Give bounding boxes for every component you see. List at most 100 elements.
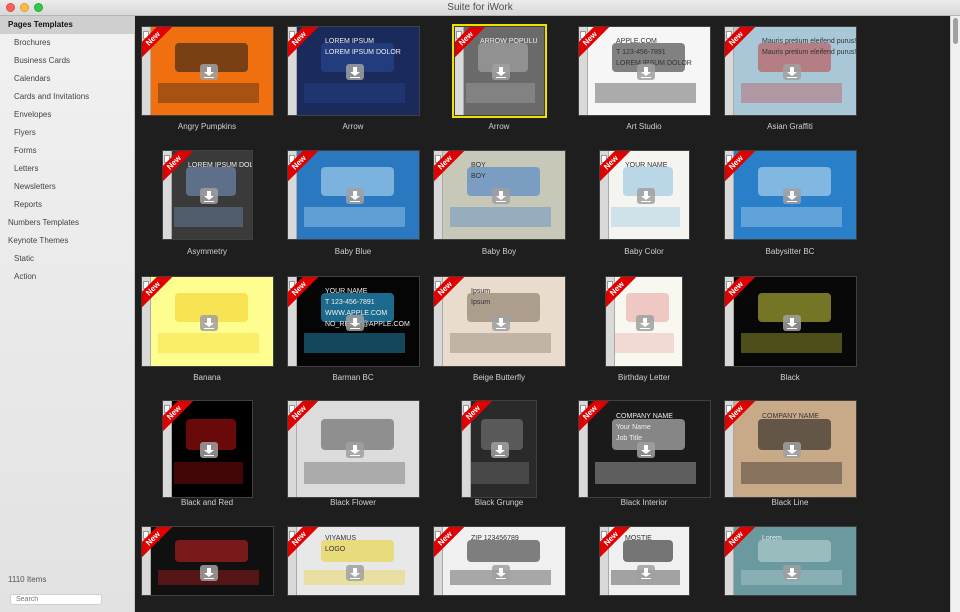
template-thumbnail[interactable]: New xyxy=(141,276,274,367)
template-thumbnail[interactable]: Mauris pretium eleifend purus! Mauris pre… xyxy=(724,26,857,116)
template-name-label: Birthday Letter xyxy=(617,373,671,382)
template-thumbnail[interactable]: Lorem New xyxy=(724,526,857,596)
template-thumbnail[interactable]: LOREM IPSUM DOLORNew xyxy=(162,150,253,240)
download-icon[interactable] xyxy=(492,64,510,80)
download-icon[interactable] xyxy=(783,442,801,458)
template-thumbnail[interactable]: New xyxy=(141,26,274,116)
sidebar-item-reports[interactable]: Reports xyxy=(0,196,134,214)
download-icon[interactable] xyxy=(346,188,364,204)
template-preview-art xyxy=(450,207,551,227)
download-icon[interactable] xyxy=(637,64,655,80)
template-preview-text: Mauris pretium eleifend purus! xyxy=(762,38,857,45)
template-thumbnail[interactable]: Ipsum Ipsum New xyxy=(433,276,566,367)
download-icon[interactable] xyxy=(346,315,364,331)
sidebar-item-brochures[interactable]: Brochures xyxy=(0,34,134,52)
download-icon[interactable] xyxy=(491,442,509,458)
template-preview-art xyxy=(158,83,259,103)
vertical-scrollbar[interactable] xyxy=(950,16,960,612)
download-icon[interactable] xyxy=(637,565,655,581)
template-thumbnail[interactable]: New xyxy=(287,400,420,498)
template-preview-text: BOY xyxy=(471,162,486,169)
template-preview-art xyxy=(741,207,842,227)
download-icon[interactable] xyxy=(346,442,364,458)
template-preview-text: LOREM IPSUM xyxy=(325,38,375,45)
template-thumbnail[interactable]: New xyxy=(724,150,857,240)
template-thumbnail[interactable]: YOUR NAME New xyxy=(599,150,690,240)
template-name-label: Black and Red xyxy=(180,498,234,507)
template-name-label: Baby Color xyxy=(624,247,664,256)
template-preview-art xyxy=(471,462,529,484)
template-preview-text: LOREM IPSUM DOLOR xyxy=(188,162,253,169)
template-thumbnail[interactable]: New xyxy=(162,400,253,498)
sidebar-item-envelopes[interactable]: Envelopes xyxy=(0,106,134,124)
template-thumbnail[interactable]: COMPANY NAME Your Name Job Title New xyxy=(578,400,711,498)
sidebar-item-pages-templates[interactable]: Pages Templates xyxy=(0,16,134,34)
sidebar-item-letters[interactable]: Letters xyxy=(0,160,134,178)
template-name-label: Black xyxy=(780,373,800,382)
download-icon[interactable] xyxy=(346,565,364,581)
template-preview-text: Job Title xyxy=(616,435,643,442)
template-thumbnail[interactable]: ZIP 123456789 New xyxy=(433,526,566,596)
template-thumbnail[interactable]: New xyxy=(141,526,274,596)
template-name-label: Banana xyxy=(193,373,221,382)
sidebar-item-calendars[interactable]: Calendars xyxy=(0,70,134,88)
sidebar-item-flyers[interactable]: Flyers xyxy=(0,124,134,142)
template-preview-art xyxy=(741,462,842,484)
sidebar-item-keynote-themes[interactable]: Keynote Themes xyxy=(0,232,134,250)
template-preview-text: Lorem xyxy=(762,535,782,542)
template-thumbnail[interactable]: New xyxy=(605,276,683,367)
template-preview-text: BOY xyxy=(471,173,486,180)
download-icon[interactable] xyxy=(783,188,801,204)
search-input[interactable] xyxy=(10,594,102,605)
template-preview-text: COMPANY NAME xyxy=(616,413,673,420)
download-icon[interactable] xyxy=(492,315,510,331)
template-preview-art xyxy=(758,540,831,562)
template-preview-text: T 123-456-7891 xyxy=(616,49,666,56)
download-icon[interactable] xyxy=(200,188,218,204)
template-preview-text: MOSTIE xyxy=(625,535,652,542)
template-name-label: Barman BC xyxy=(332,373,374,382)
sidebar-item-numbers-templates[interactable]: Numbers Templates xyxy=(0,214,134,232)
template-preview-text: ZIP 123456789 xyxy=(471,535,519,542)
template-thumbnail[interactable]: YOUR NAME T 123-456-7891 WWW.APPLE.COM NO_R… xyxy=(287,276,420,367)
download-icon[interactable] xyxy=(346,64,364,80)
template-thumbnail[interactable]: VIYAMUS LOGO New xyxy=(287,526,420,596)
sidebar-item-action[interactable]: Action xyxy=(0,268,134,286)
sidebar-item-static[interactable]: Static xyxy=(0,250,134,268)
download-icon[interactable] xyxy=(492,565,510,581)
template-thumbnail[interactable]: BOY BOY New xyxy=(433,150,566,240)
template-name-label: Arrow xyxy=(342,122,364,131)
download-icon[interactable] xyxy=(637,442,655,458)
sidebar-item-forms[interactable]: Forms xyxy=(0,142,134,160)
scrollbar-thumb[interactable] xyxy=(953,18,958,44)
template-thumbnail[interactable]: LOREM IPSUM LOREM IPSUM DOLOR New xyxy=(287,26,420,116)
download-icon[interactable] xyxy=(637,188,655,204)
download-icon[interactable] xyxy=(200,64,218,80)
download-icon[interactable] xyxy=(200,315,218,331)
sidebar-item-business-cards[interactable]: Business Cards xyxy=(0,52,134,70)
download-icon[interactable] xyxy=(200,442,218,458)
template-thumbnail[interactable]: COMPANY NAME New xyxy=(724,400,857,498)
template-preview-art xyxy=(174,207,243,227)
template-thumbnail[interactable]: New xyxy=(461,400,537,498)
template-preview-text: LOGO xyxy=(325,546,346,553)
download-icon[interactable] xyxy=(783,64,801,80)
download-icon[interactable] xyxy=(200,565,218,581)
sidebar-item-cards-and-invitations[interactable]: Cards and Invitations xyxy=(0,88,134,106)
template-thumbnail[interactable]: ARROW POPULU New xyxy=(452,24,547,118)
template-thumbnail[interactable]: New xyxy=(724,276,857,367)
download-icon[interactable] xyxy=(783,565,801,581)
template-name-label: Arrow xyxy=(488,122,510,131)
template-thumbnail[interactable]: MOSTIE New xyxy=(599,526,690,596)
download-icon[interactable] xyxy=(636,315,654,331)
template-thumbnail[interactable]: APPLE.COM T 123-456-7891 LOREM IPSUM DOLOR… xyxy=(578,26,711,116)
template-preview-text: NO_REPLY@APPLE.COM xyxy=(325,321,410,328)
download-icon[interactable] xyxy=(492,188,510,204)
sidebar-item-newsletters[interactable]: Newsletters xyxy=(0,178,134,196)
template-preview-art xyxy=(611,207,680,227)
template-name-label: Asymmetry xyxy=(187,247,227,256)
template-thumbnail[interactable]: New xyxy=(287,150,420,240)
template-preview-art xyxy=(304,462,405,484)
download-icon[interactable] xyxy=(783,315,801,331)
template-grid: New Angry Pumpkins LOREM IPSUM LOREM IPSUM … xyxy=(135,16,950,612)
